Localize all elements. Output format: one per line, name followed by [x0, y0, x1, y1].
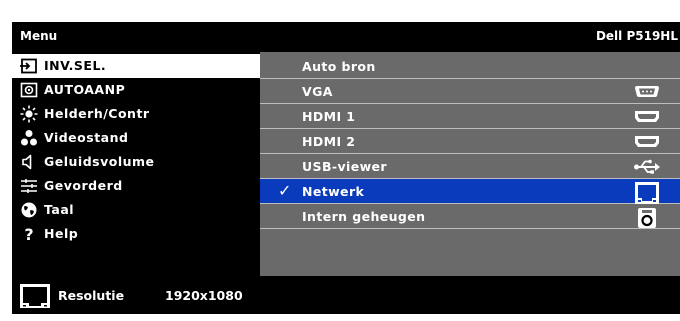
menu-item-advanced[interactable]: Gevorderd	[12, 174, 260, 198]
osd-header: Menu Dell P519HL	[12, 22, 680, 52]
internal-memory-icon	[632, 207, 662, 228]
volume-icon	[20, 153, 38, 171]
checkmark-icon: ✓	[278, 181, 292, 200]
menu-item-label: AUTOAANP	[44, 82, 126, 97]
source-label: HDMI 2	[302, 134, 356, 149]
input-source-submenu: Auto bron VGA HDMI 1 HDMI 2 USB-viewer ✓…	[260, 52, 680, 276]
hdmi-port-icon	[632, 132, 662, 151]
vga-port-icon	[632, 82, 662, 101]
resolution-icon	[20, 284, 50, 308]
menu-item-volume[interactable]: Geluidsvolume	[12, 150, 260, 174]
hdmi-port-icon	[632, 107, 662, 126]
source-hdmi-1[interactable]: HDMI 1	[260, 104, 680, 129]
menu-item-video-mode[interactable]: Videostand	[12, 126, 260, 150]
source-internal-memory[interactable]: Intern geheugen	[260, 204, 680, 229]
source-label: Netwerk	[302, 184, 365, 199]
menu-item-auto-adjust[interactable]: AUTOAANP	[12, 78, 260, 102]
source-network[interactable]: ✓ Netwerk	[260, 179, 680, 204]
source-auto[interactable]: Auto bron	[260, 54, 680, 79]
main-menu: INV.SEL. AUTOAANP Helderh/Contr Videosta…	[12, 52, 260, 276]
menu-item-label: Taal	[44, 202, 75, 217]
menu-item-label: Gevorderd	[44, 178, 123, 193]
resolution-value: 1920x1080	[165, 288, 243, 303]
status-footer: Resolutie 1920x1080	[12, 276, 680, 314]
network-port-icon	[632, 182, 662, 204]
source-hdmi-2[interactable]: HDMI 2	[260, 129, 680, 154]
brightness-icon	[20, 105, 38, 123]
source-label: HDMI 1	[302, 109, 356, 124]
projector-osd: Menu Dell P519HL INV.SEL. AUTOAANP Helde…	[12, 22, 680, 314]
source-usb-viewer[interactable]: USB-viewer	[260, 154, 680, 179]
menu-item-label: Geluidsvolume	[44, 154, 155, 169]
help-icon: ?	[20, 225, 38, 243]
source-label: VGA	[302, 84, 333, 99]
menu-item-language[interactable]: Taal	[12, 198, 260, 222]
language-globe-icon	[20, 201, 38, 219]
svg-text:?: ?	[24, 225, 33, 243]
resolution-label: Resolutie	[58, 288, 125, 303]
source-label: Intern geheugen	[302, 209, 426, 224]
source-label: USB-viewer	[302, 159, 387, 174]
menu-item-input-select[interactable]: INV.SEL.	[12, 54, 260, 78]
menu-item-label: INV.SEL.	[44, 58, 107, 73]
menu-item-help[interactable]: ? Help	[12, 222, 260, 246]
video-mode-icon	[20, 129, 38, 147]
menu-item-label: Videostand	[44, 130, 129, 145]
menu-item-label: Helderh/Contr	[44, 106, 150, 121]
source-label: Auto bron	[302, 59, 376, 74]
usb-icon	[632, 157, 662, 176]
menu-item-label: Help	[44, 226, 79, 241]
auto-adjust-icon	[20, 81, 38, 99]
model-name: Dell P519HL	[595, 29, 678, 43]
advanced-settings-icon	[20, 177, 38, 195]
input-select-icon	[20, 57, 38, 75]
menu-item-brightness-contrast[interactable]: Helderh/Contr	[12, 102, 260, 126]
source-vga[interactable]: VGA	[260, 79, 680, 104]
menu-title: Menu	[20, 29, 58, 43]
